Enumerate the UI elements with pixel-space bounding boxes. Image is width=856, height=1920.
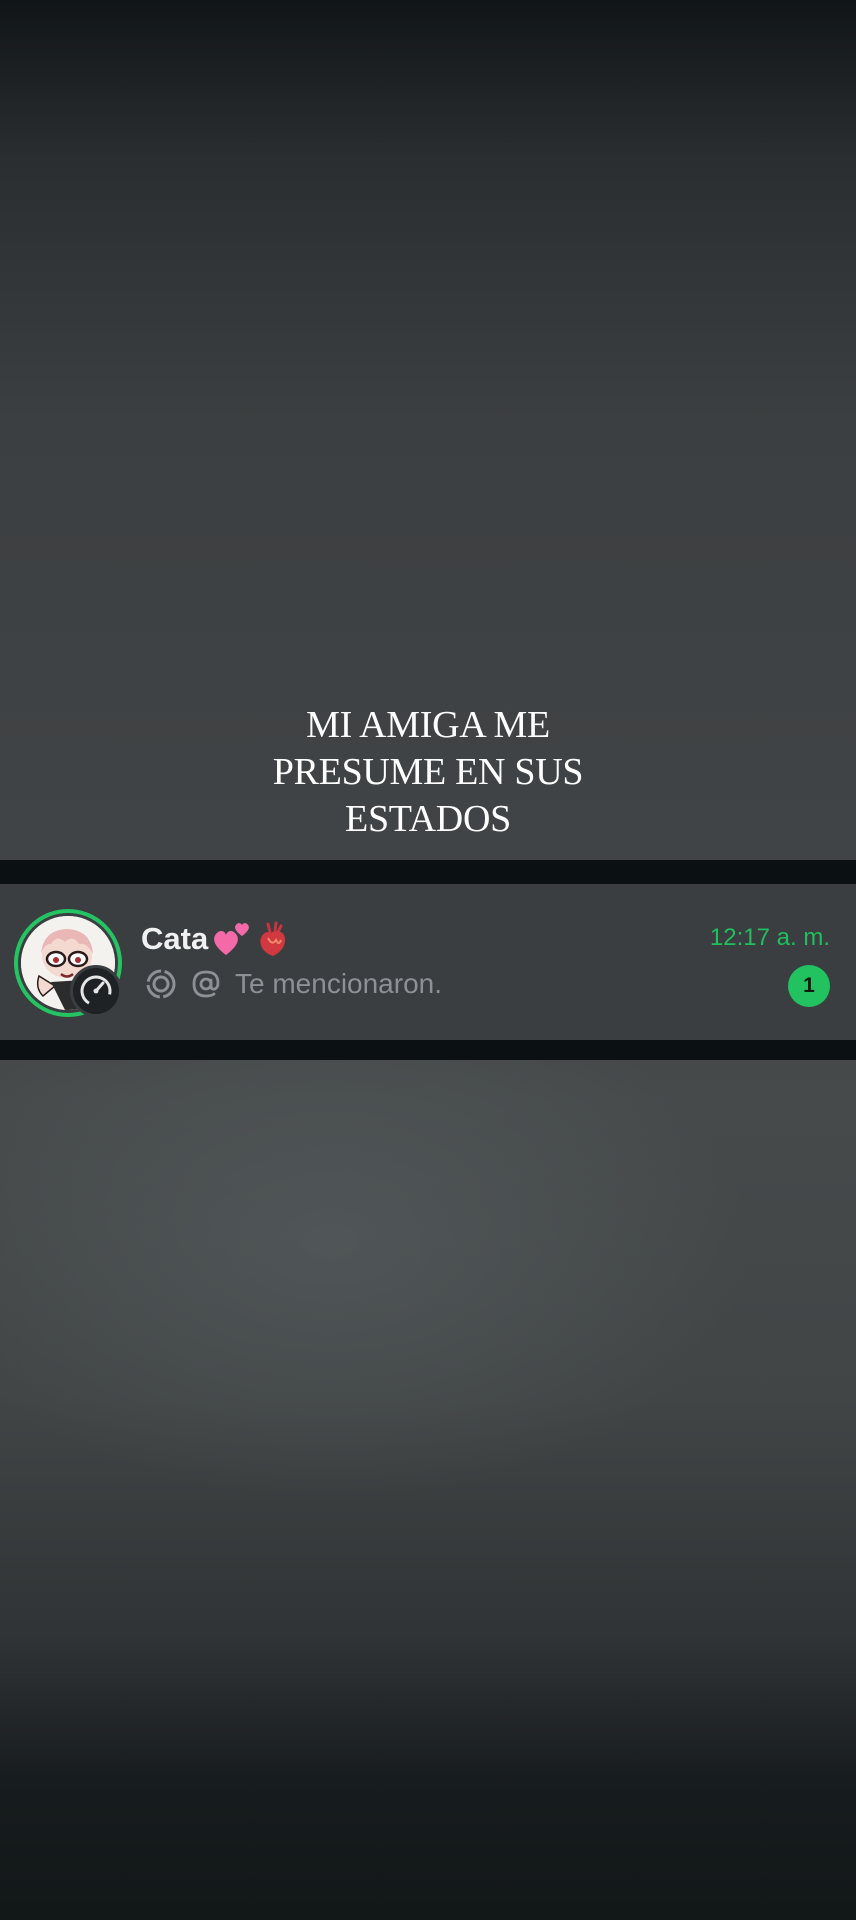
at-mention-icon: [191, 969, 221, 999]
two-hearts-icon: [212, 921, 252, 957]
unread-count-badge: 1: [788, 965, 830, 1007]
message-time: 12:17 a. m.: [709, 924, 830, 951]
speedometer-icon: [70, 965, 122, 1017]
contact-name: Cata: [141, 920, 290, 958]
chat-list-item[interactable]: Cata Te mencionaron. 12:17 a. m. 1: [0, 884, 856, 1040]
caption-line-2: PRESUME EN SUS: [272, 751, 584, 793]
avatar-with-status[interactable]: [14, 909, 122, 1017]
preview-text: Te mencionaron.: [235, 968, 443, 999]
divider-bottom: [0, 1040, 856, 1060]
message-preview: Te mencionaron.: [145, 968, 442, 1000]
overlay-caption: MI AMIGA ME PRESUME EN SUS ESTADOS: [0, 702, 856, 843]
divider-top: [0, 860, 856, 884]
caption-line-3: ESTADOS: [345, 798, 511, 840]
anatomical-heart-icon: [256, 920, 290, 958]
caption-line-1: MI AMIGA ME: [306, 704, 550, 746]
contact-name-text: Cata: [141, 921, 209, 956]
status-ring-icon: [145, 968, 177, 1000]
